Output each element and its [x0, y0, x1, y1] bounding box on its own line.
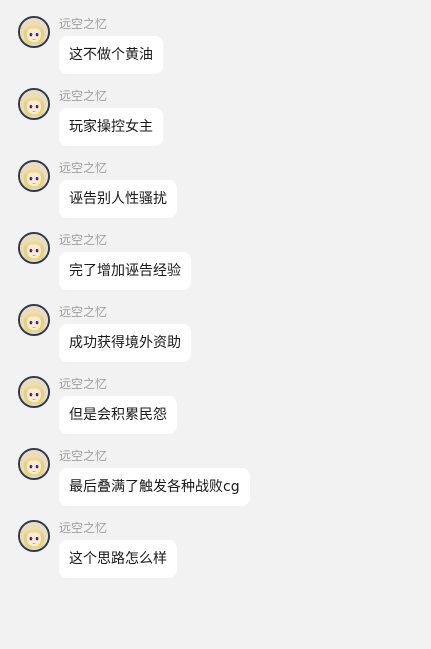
avatar[interactable] — [18, 448, 50, 480]
anime-avatar-icon — [20, 90, 48, 118]
avatar[interactable] — [18, 304, 50, 336]
avatar[interactable] — [18, 88, 50, 120]
sender-name: 远空之忆 — [59, 305, 108, 319]
chat-message: 远空之忆 最后叠满了触发各种战败cg — [0, 432, 431, 506]
anime-avatar-icon — [20, 162, 48, 190]
sender-name: 远空之忆 — [59, 233, 108, 247]
chat-message: 远空之忆 这个思路怎么样 — [0, 504, 431, 578]
avatar[interactable] — [18, 232, 50, 264]
chat-message: 远空之忆 完了增加诬告经验 — [0, 216, 431, 290]
sender-name: 远空之忆 — [59, 17, 108, 31]
chat-message: 远空之忆 成功获得境外资助 — [0, 288, 431, 362]
message-bubble[interactable]: 但是会积累民怨 — [59, 396, 177, 434]
message-bubble[interactable]: 最后叠满了触发各种战败cg — [59, 468, 250, 506]
anime-avatar-icon — [20, 18, 48, 46]
message-bubble[interactable]: 完了增加诬告经验 — [59, 252, 191, 290]
chat-message: 远空之忆 玩家操控女主 — [0, 72, 431, 146]
avatar[interactable] — [18, 520, 50, 552]
sender-name: 远空之忆 — [59, 377, 108, 391]
message-bubble[interactable]: 这不做个黄油 — [59, 36, 163, 74]
chat-message: 远空之忆 这不做个黄油 — [0, 0, 431, 74]
chat-message: 远空之忆 但是会积累民怨 — [0, 360, 431, 434]
anime-avatar-icon — [20, 306, 48, 334]
anime-avatar-icon — [20, 378, 48, 406]
anime-avatar-icon — [20, 522, 48, 550]
message-bubble[interactable]: 成功获得境外资助 — [59, 324, 191, 362]
sender-name: 远空之忆 — [59, 89, 108, 103]
avatar[interactable] — [18, 16, 50, 48]
anime-avatar-icon — [20, 450, 48, 478]
sender-name: 远空之忆 — [59, 521, 108, 535]
message-bubble[interactable]: 诬告别人性骚扰 — [59, 180, 177, 218]
avatar[interactable] — [18, 376, 50, 408]
sender-name: 远空之忆 — [59, 449, 108, 463]
message-bubble[interactable]: 这个思路怎么样 — [59, 540, 177, 578]
message-bubble[interactable]: 玩家操控女主 — [59, 108, 163, 146]
chat-message: 远空之忆 诬告别人性骚扰 — [0, 144, 431, 218]
avatar[interactable] — [18, 160, 50, 192]
anime-avatar-icon — [20, 234, 48, 262]
sender-name: 远空之忆 — [59, 161, 108, 175]
